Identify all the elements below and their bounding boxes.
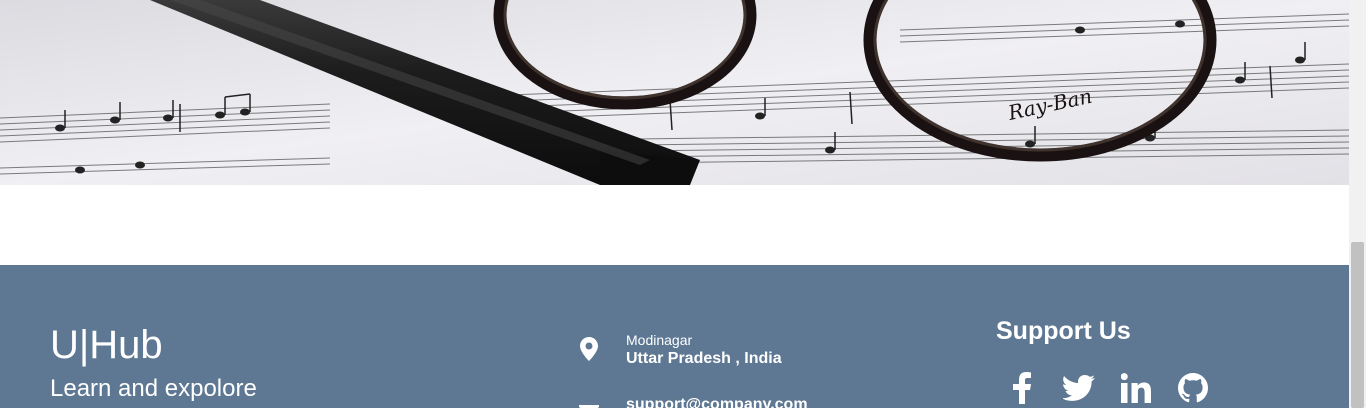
contact-email: support@company.com [578, 395, 808, 408]
brand-title: U|Hub [50, 323, 163, 367]
hero-illustration: Ray-Ban [0, 0, 1349, 185]
vertical-scrollbar[interactable] [1349, 0, 1366, 408]
facebook-icon [1013, 372, 1031, 404]
twitter-link[interactable] [1062, 371, 1096, 405]
scrollbar-thumb[interactable] [1351, 242, 1364, 408]
social-links [1005, 371, 1233, 405]
linkedin-link[interactable] [1119, 371, 1153, 405]
envelope-icon [578, 400, 600, 408]
brand-tagline: Learn and expolore [50, 375, 257, 402]
hero-image: Ray-Ban [0, 0, 1349, 185]
spacer [0, 185, 1349, 265]
site-footer: U|Hub Learn and expolore Modinagar Uttar… [0, 265, 1349, 408]
support-title: Support Us [996, 317, 1131, 345]
contact-region: Uttar Pradesh , India [626, 350, 782, 367]
page: Ray-Ban U|Hub Learn and expolore Modinag… [0, 0, 1366, 408]
github-link[interactable] [1176, 371, 1210, 405]
contact-city: Modinagar [626, 332, 693, 348]
github-icon [1178, 373, 1208, 403]
contact-email-address[interactable]: support@company.com [626, 395, 808, 408]
twitter-icon [1063, 375, 1095, 401]
facebook-link[interactable] [1005, 371, 1039, 405]
map-marker-icon [578, 336, 600, 362]
linkedin-icon [1121, 373, 1151, 403]
contact-location: Modinagar Uttar Pradesh , India [578, 331, 782, 369]
